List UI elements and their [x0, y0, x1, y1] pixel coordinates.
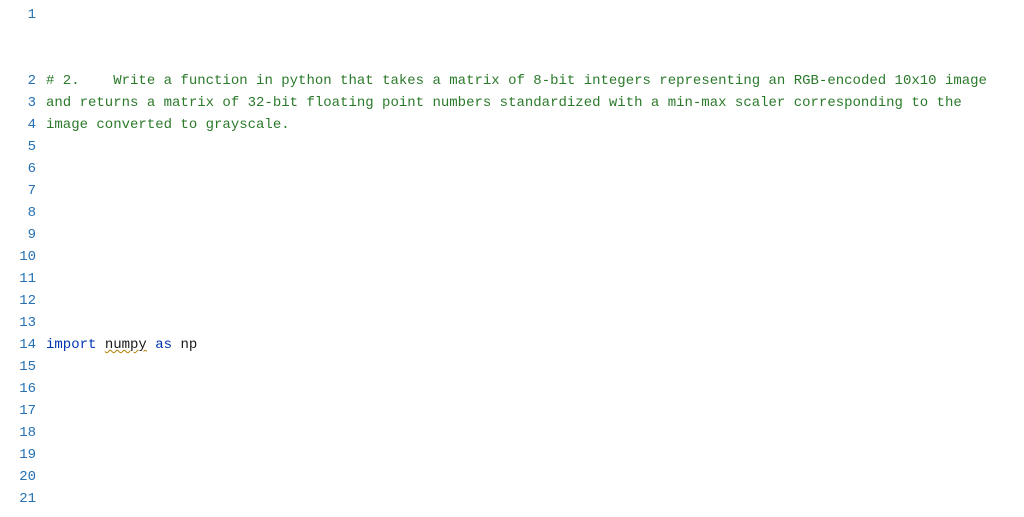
- line-number: 18: [0, 422, 36, 444]
- line-number: 17: [0, 400, 36, 422]
- code-line-blank[interactable]: [46, 224, 1024, 246]
- line-number: 14: [0, 334, 36, 356]
- line-number-gutter: 1 2 3 4 5 6 7 8 9 10 11 12 13 14 15 16 1…: [0, 4, 46, 517]
- line-number: 21: [0, 488, 36, 510]
- line-number: 3: [0, 92, 36, 114]
- module-numpy: numpy: [105, 337, 147, 353]
- line-number: 11: [0, 268, 36, 290]
- line-number: 8: [0, 202, 36, 224]
- line-number: 7: [0, 180, 36, 202]
- line-number: 20: [0, 466, 36, 488]
- line-number: 5: [0, 136, 36, 158]
- line-number-blank: [0, 26, 36, 48]
- code-area[interactable]: # 2. Write a function in python that tak…: [46, 4, 1024, 517]
- kw-as: as: [155, 337, 172, 353]
- line-number: 2: [0, 70, 36, 92]
- comment-text: Write a function in python that takes a …: [46, 73, 995, 133]
- code-line-import[interactable]: import numpy as np: [46, 334, 1024, 356]
- line-number: 16: [0, 378, 36, 400]
- code-line-blank[interactable]: [46, 444, 1024, 466]
- code-line-comment[interactable]: # 2. Write a function in python that tak…: [46, 70, 1024, 136]
- comment-prefix: # 2.: [46, 73, 113, 89]
- alias-np: np: [180, 337, 197, 353]
- line-number: 1: [0, 4, 36, 26]
- line-number: 15: [0, 356, 36, 378]
- line-number-blank: [0, 48, 36, 70]
- line-number: 9: [0, 224, 36, 246]
- line-number: 4: [0, 114, 36, 136]
- line-number: 19: [0, 444, 36, 466]
- line-number: 12: [0, 290, 36, 312]
- line-number: 6: [0, 158, 36, 180]
- line-number: 13: [0, 312, 36, 334]
- code-editor[interactable]: 1 2 3 4 5 6 7 8 9 10 11 12 13 14 15 16 1…: [0, 0, 1024, 517]
- kw-import: import: [46, 337, 96, 353]
- line-number: 10: [0, 246, 36, 268]
